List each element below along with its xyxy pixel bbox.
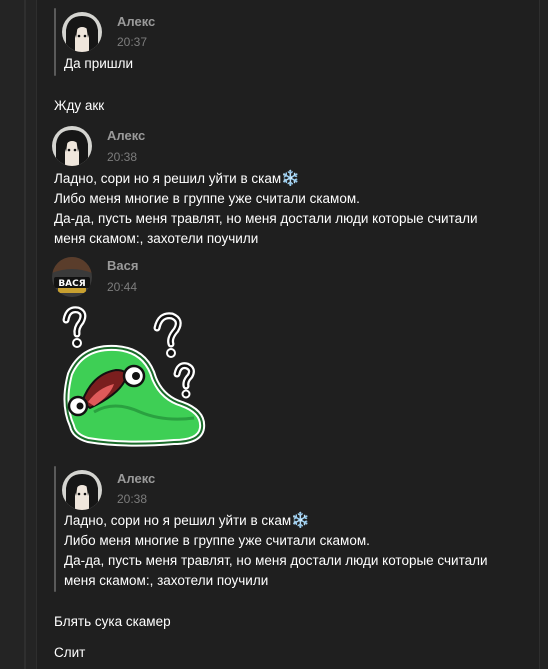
left-rail	[24, 0, 26, 669]
avatar[interactable]	[52, 126, 92, 166]
quote-line: Ладно, сори но я решил уйти в скам❄️	[64, 511, 310, 532]
quote-line: Да-да, пусть меня травлят, но меня доста…	[64, 553, 488, 568]
scrollbar-track[interactable]	[539, 0, 548, 669]
timestamp: 20:37	[117, 35, 148, 49]
quote-line-text: Ладно, сори но я решил уйти в скам	[64, 513, 292, 528]
author-name[interactable]: Алекс	[117, 471, 155, 486]
message-line-text: Ладно, сори но я решил уйти в скам	[54, 171, 282, 186]
quote-bar	[54, 466, 56, 592]
message-line: Либо меня многие в группе уже считали ск…	[54, 191, 360, 206]
quote-line: меня скамом:, захотели поучили	[64, 573, 269, 588]
quote-text: Да пришли	[64, 56, 134, 71]
avatar[interactable]	[62, 470, 102, 510]
snowflake-icon: ❄️	[281, 170, 300, 187]
message-text: Слит	[54, 645, 86, 660]
avatar-alex-icon	[62, 470, 102, 510]
author-name[interactable]: Вася	[107, 258, 138, 273]
avatar[interactable]: ВАСЯ	[52, 257, 92, 297]
quote-line: Либо меня многие в группе уже считали ск…	[64, 533, 370, 548]
timestamp: 20:38	[117, 492, 148, 506]
snowflake-icon: ❄️	[291, 512, 310, 529]
author-name[interactable]: Алекс	[117, 14, 155, 29]
message-text: Блять сука скамер	[54, 614, 171, 629]
avatar-alex-icon	[62, 12, 102, 52]
author-name[interactable]: Алекс	[107, 128, 145, 143]
quote-bar	[54, 8, 56, 76]
timestamp: 20:44	[107, 280, 138, 294]
avatar-alex-icon	[52, 126, 92, 166]
left-panel-edge	[0, 0, 37, 669]
avatar[interactable]	[62, 12, 102, 52]
message-line: Ладно, сори но я решил уйти в скам❄️	[54, 169, 300, 190]
message-line: меня скамом:, захотели поучили	[54, 231, 259, 246]
svg-text:ВАСЯ: ВАСЯ	[58, 279, 85, 289]
timestamp: 20:38	[107, 150, 138, 164]
green-frog-sticker[interactable]	[54, 304, 214, 454]
message-line: Да-да, пусть меня травлят, но меня доста…	[54, 211, 478, 226]
avatar-vasya-icon: ВАСЯ	[52, 257, 92, 297]
message-text: Жду акк	[54, 98, 105, 113]
